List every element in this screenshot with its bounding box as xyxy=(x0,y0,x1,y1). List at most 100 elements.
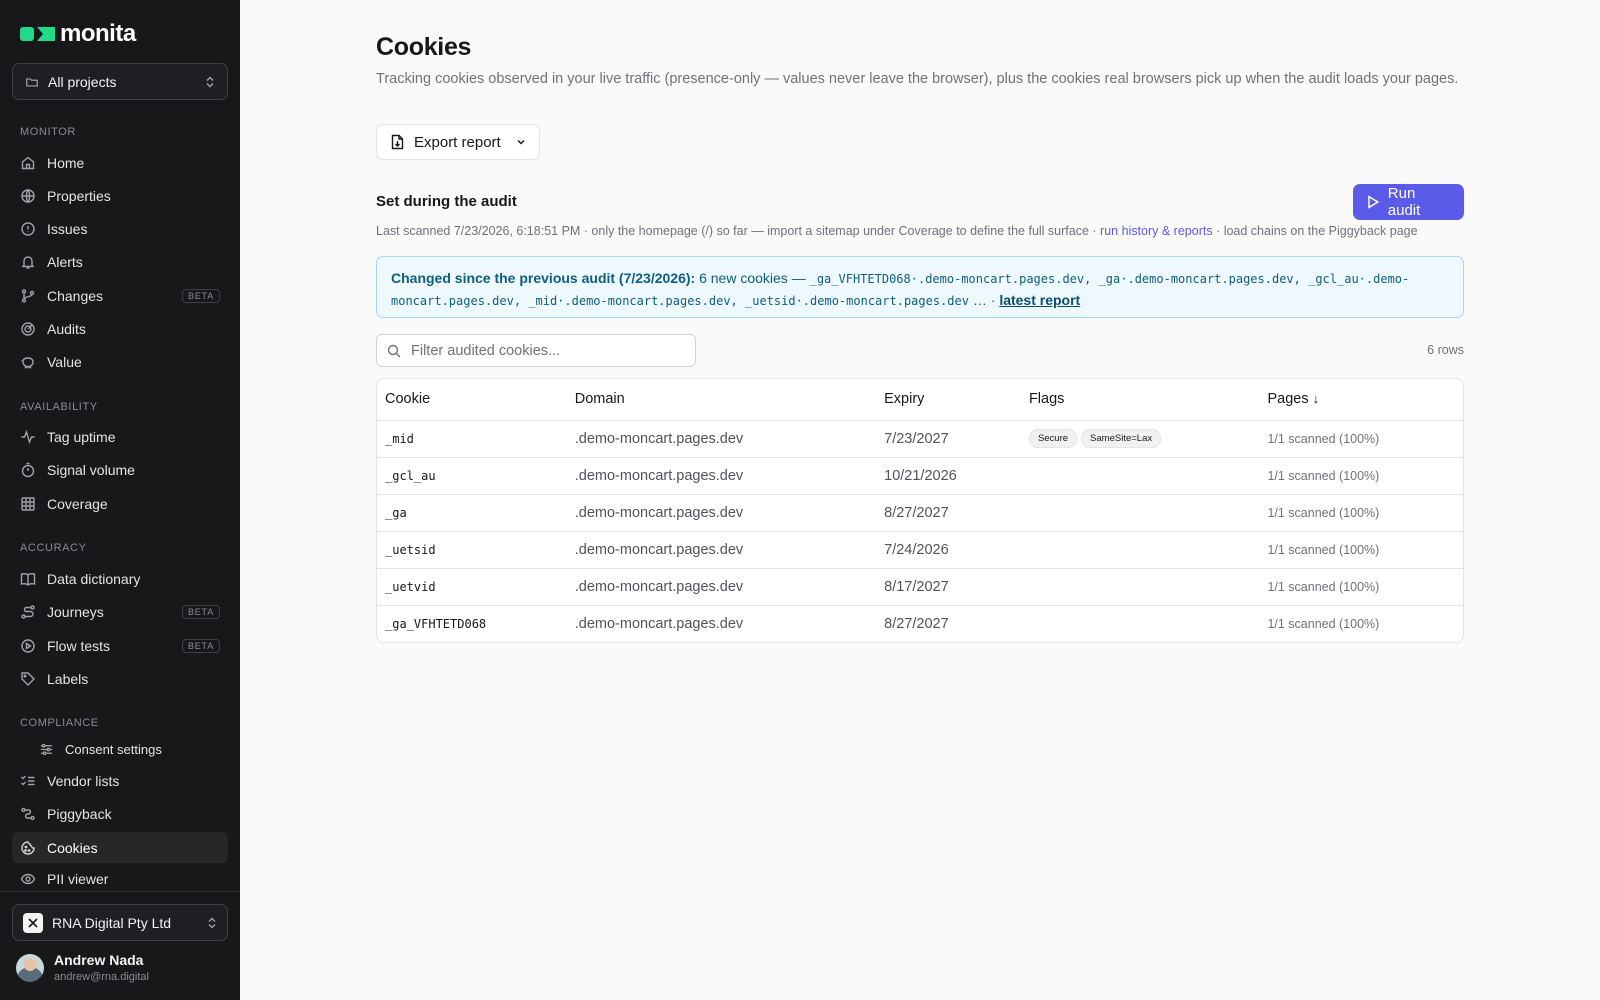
user-menu[interactable]: Andrew Nada andrew@rna.digital xyxy=(16,952,149,983)
cell-flags: Secure SameSite=Lax xyxy=(1020,420,1260,458)
cell-expiry: 8/27/2027 xyxy=(876,494,1021,532)
column-header-flags[interactable]: Flags xyxy=(1020,379,1260,421)
section-label-monitor: MONITOR xyxy=(20,126,76,138)
sidebar-item-label: Audits xyxy=(47,320,86,337)
org-logo-icon xyxy=(23,912,43,933)
sidebar-item-label: Consent settings xyxy=(65,741,162,757)
table-row[interactable]: _uetvid .demo-moncart.pages.dev 8/17/202… xyxy=(377,568,1463,606)
monita-logo-icon xyxy=(20,26,56,42)
sidebar-item-alerts[interactable]: Alerts xyxy=(12,246,228,277)
column-header-cookie[interactable]: Cookie xyxy=(377,379,567,421)
sidebar-item-pii-viewer[interactable]: PII viewer xyxy=(12,865,228,893)
section-label-availability: AVAILABILITY xyxy=(20,401,98,413)
run-history-link[interactable]: run history & reports xyxy=(1100,224,1213,238)
column-header-domain[interactable]: Domain xyxy=(566,379,877,421)
cell-cookie: _gcl_au xyxy=(377,457,567,495)
sidebar-item-label: Properties xyxy=(47,187,111,204)
cell-domain: .demo-moncart.pages.dev xyxy=(574,615,744,632)
cell-domain: .demo-moncart.pages.dev xyxy=(566,420,877,458)
export-report-label: Export report xyxy=(414,133,501,151)
app-logo[interactable]: monita xyxy=(20,20,136,48)
org-name: RNA Digital Pty Ltd xyxy=(52,914,172,931)
sidebar-item-home[interactable]: Home xyxy=(12,147,228,178)
cell-cookie: _ga_VFHTETD068 xyxy=(385,616,487,631)
project-select[interactable]: All projects xyxy=(12,63,228,100)
cell-expiry: 8/17/2027 xyxy=(876,568,1021,606)
sidebar-item-flow-tests[interactable]: Flow tests BETA xyxy=(12,630,228,661)
cell-domain: .demo-moncart.pages.dev xyxy=(566,494,877,532)
list-checks-icon xyxy=(21,775,35,785)
sidebar: monita All projects MONITOR Home Propert… xyxy=(0,0,240,1000)
sidebar-item-labels[interactable]: Labels xyxy=(12,663,228,694)
user-name: Andrew Nada xyxy=(54,952,144,968)
alert-circle-icon xyxy=(21,221,35,236)
sidebar-item-data-dictionary[interactable]: Data dictionary xyxy=(12,563,228,594)
sidebar-item-cookies[interactable]: Cookies xyxy=(12,832,228,863)
chevron-down-icon xyxy=(517,140,525,145)
table-row[interactable]: _ga_VFHTETD068 .demo-moncart.pages.dev 8… xyxy=(377,605,1463,642)
activity-icon xyxy=(21,429,35,444)
cell-pages: 1/1 scanned (100%) xyxy=(1259,420,1463,458)
sidebar-item-piggyback[interactable]: Piggyback xyxy=(12,798,228,829)
latest-report-link[interactable]: latest report xyxy=(999,292,1080,308)
cell-flags xyxy=(1021,605,1260,642)
tag-icon xyxy=(21,671,35,686)
table-row[interactable]: _ga .demo-moncart.pages.dev 8/27/2027 1/… xyxy=(377,494,1463,532)
grid-icon xyxy=(21,496,35,511)
sidebar-item-label: Tag uptime xyxy=(47,428,116,445)
cell-expiry: 10/21/2026 xyxy=(876,457,1021,495)
table-header-row: Cookie Domain Expiry Flags Pages ↓ xyxy=(377,379,1463,421)
column-header-pages[interactable]: Pages ↓ xyxy=(1259,379,1463,421)
run-audit-button[interactable]: Run audit xyxy=(1353,184,1464,220)
filter-input-wrap[interactable] xyxy=(376,334,696,367)
chevron-up-down-icon xyxy=(208,917,216,928)
changes-banner-count: 6 new cookies — xyxy=(699,270,806,286)
sidebar-item-label: Issues xyxy=(47,220,88,237)
sidebar-item-signal-volume[interactable]: Signal volume xyxy=(12,454,228,485)
timer-icon xyxy=(21,462,35,477)
cell-expiry: 7/24/2026 xyxy=(876,531,1021,569)
cell-flags xyxy=(1020,531,1260,569)
sidebar-item-label: PII viewer xyxy=(47,871,109,887)
cell-pages: 1/1 scanned (100%) xyxy=(1259,494,1463,532)
table-row[interactable]: _gcl_au .demo-moncart.pages.dev 10/21/20… xyxy=(377,457,1463,495)
sidebar-divider xyxy=(0,891,240,892)
flag-badge: SameSite=Lax xyxy=(1081,429,1162,448)
table-row[interactable]: _mid .demo-moncart.pages.dev 7/23/2027 S… xyxy=(377,420,1463,458)
sidebar-item-tag-uptime[interactable]: Tag uptime xyxy=(12,421,228,452)
org-select[interactable]: RNA Digital Pty Ltd xyxy=(12,904,228,941)
user-email: andrew@rna.digital xyxy=(54,971,149,983)
sidebar-item-label: Flow tests xyxy=(47,637,111,654)
section-label-compliance: COMPLIANCE xyxy=(20,717,99,729)
sidebar-item-label: Home xyxy=(47,154,85,171)
sidebar-item-audits[interactable]: Audits xyxy=(12,313,228,344)
run-audit-label: Run audit xyxy=(1387,185,1421,219)
column-header-pages-label: Pages xyxy=(1267,391,1309,408)
sidebar-item-label: Signal volume xyxy=(47,461,135,478)
column-header-expiry[interactable]: Expiry xyxy=(876,379,1021,421)
chevron-up-down-icon xyxy=(206,76,214,87)
sidebar-item-value[interactable]: Value xyxy=(12,346,228,377)
sidebar-item-label: Alerts xyxy=(47,253,83,270)
cell-flags xyxy=(1020,494,1260,532)
sidebar-item-consent-settings[interactable]: Consent settings xyxy=(12,734,228,764)
sidebar-item-label: Data dictionary xyxy=(47,570,141,587)
sort-descending-icon: ↓ xyxy=(1312,391,1320,407)
sidebar-item-vendor-lists[interactable]: Vendor lists xyxy=(12,765,228,796)
cell-pages: 1/1 scanned (100%) xyxy=(1259,531,1463,569)
export-report-button[interactable]: Export report xyxy=(376,124,540,160)
sliders-icon xyxy=(40,743,53,755)
sidebar-item-properties[interactable]: Properties xyxy=(12,180,228,211)
route-icon xyxy=(21,604,35,619)
filter-input[interactable] xyxy=(411,342,681,359)
table-row[interactable]: _uetsid .demo-moncart.pages.dev 7/24/202… xyxy=(377,531,1463,569)
sidebar-item-journeys[interactable]: Journeys BETA xyxy=(12,596,228,627)
changes-banner-ellipsis: … · xyxy=(972,292,996,308)
app-name: monita xyxy=(60,20,136,47)
globe-icon xyxy=(21,188,35,203)
play-circle-icon xyxy=(21,638,35,653)
sidebar-item-issues[interactable]: Issues xyxy=(12,213,228,244)
sidebar-item-coverage[interactable]: Coverage xyxy=(12,488,228,519)
section-title: Set during the audit xyxy=(376,193,517,210)
sidebar-item-changes[interactable]: Changes BETA xyxy=(12,280,228,311)
